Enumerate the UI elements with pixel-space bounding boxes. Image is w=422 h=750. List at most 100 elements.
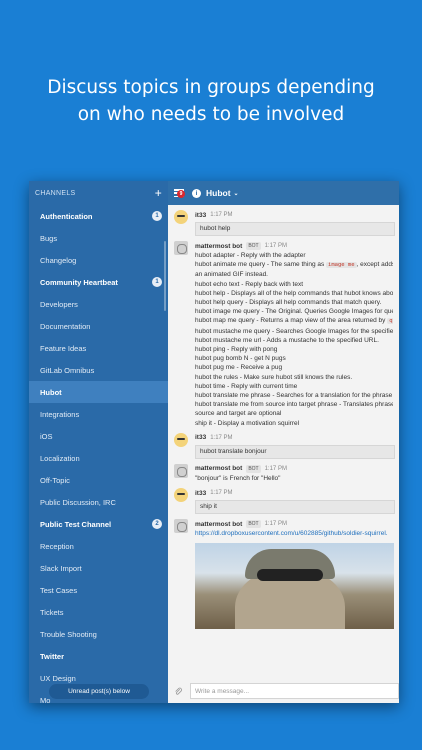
headline: Discuss topics in groups depending on wh… — [0, 74, 422, 128]
message-body: it33 1:17 PM hubot translate bonjour — [195, 433, 395, 459]
channel-header: 9 i Hubot ⌄ — [168, 181, 399, 205]
message-header: it33 1:17 PM — [195, 433, 393, 443]
sidebar-channel-item[interactable]: Reception — [29, 535, 168, 557]
message-line: hubot ping - Reply with pong — [195, 346, 278, 354]
message-username[interactable]: it33 — [195, 434, 206, 441]
sidebar-channel-label: Changelog — [40, 255, 77, 265]
message-header: it33 1:17 PM — [195, 210, 393, 220]
message-line: "bonjour" is French for "Hello" — [195, 474, 281, 482]
message-timestamp: 1:17 PM — [264, 465, 287, 472]
image-preview[interactable] — [195, 543, 394, 630]
sidebar-channel-item[interactable]: Bugs — [29, 227, 168, 249]
message-username[interactable]: mattermost bot — [195, 243, 242, 250]
message-list: it33 1:17 PM hubot help mattermost bot BOT 1:… — [168, 205, 399, 679]
sidebar-channel-item[interactable]: Trouble Shooting — [29, 623, 168, 645]
sidebar-channel-label: UX Design — [40, 673, 76, 683]
sidebar-channel-item[interactable]: Localization — [29, 447, 168, 469]
bot-tag: BOT — [246, 242, 261, 250]
message-timestamp: 1:17 PM — [210, 434, 233, 441]
message-line: ship it - Display a motivation squirrel — [195, 419, 300, 427]
chevron-down-icon[interactable]: ⌄ — [234, 190, 239, 197]
sidebar-channel-item[interactable]: Public Test Channel 2 — [29, 513, 168, 535]
sidebar-channel-item[interactable]: Test Cases — [29, 579, 168, 601]
app-screenshot: CHANNELS + Authentication 1 Bugs Changelog C… — [29, 181, 399, 703]
sidebar-channel-item[interactable]: Tickets — [29, 601, 168, 623]
sidebar-channel-label: GitLab Omnibus — [40, 365, 95, 375]
sidebar-channel-item[interactable]: Hubot — [29, 381, 168, 403]
unread-count-badge: 1 — [152, 211, 162, 221]
sidebar-channel-label: Tickets — [40, 607, 64, 617]
message-header: mattermost bot BOT 1:17 PM — [195, 519, 393, 529]
sidebar-channel-label: Mo — [40, 695, 51, 704]
unread-count-badge: 2 — [152, 519, 162, 529]
sidebar-channel-label: Reception — [40, 541, 74, 551]
inline-code: que — [387, 318, 393, 325]
message-line: hubot map me query - Returns a map view … — [195, 316, 393, 326]
sidebar-channel-label: Slack Import — [40, 563, 82, 573]
sidebar-channel-label: Feature Ideas — [40, 343, 87, 353]
message-line: hubot mustache me query - Searches Googl… — [195, 327, 393, 335]
sidebar-channel-label: iOS — [40, 431, 53, 441]
menu-icon[interactable]: 9 — [174, 189, 185, 198]
sidebar-channel-item[interactable]: Slack Import — [29, 557, 168, 579]
sidebar-channel-label: Test Cases — [40, 585, 78, 595]
sidebar-channel-item[interactable]: GitLab Omnibus — [29, 359, 168, 381]
avatar[interactable] — [174, 463, 188, 478]
message-username[interactable]: it33 — [195, 490, 206, 497]
sidebar-channel-item[interactable]: Community Heartbeat 1 — [29, 271, 168, 293]
message-username[interactable]: mattermost bot — [195, 521, 242, 528]
sidebar-channel-item[interactable]: iOS — [29, 425, 168, 447]
sidebar-channel-label: Localization — [40, 453, 80, 463]
message-line: hubot mustache me url - Adds a mustache … — [195, 336, 379, 344]
message-text: hubot translate bonjour — [195, 444, 395, 459]
sidebar-channel-label: Authentication — [40, 211, 93, 221]
message-body: mattermost bot BOT 1:17 PM https://dl.dropb… — [195, 519, 394, 630]
sidebar-channel-label: Public Test Channel — [40, 519, 112, 529]
info-icon[interactable]: i — [192, 188, 201, 198]
message-body: mattermost bot BOT 1:17 PM "bonjour" is Fre… — [195, 464, 393, 483]
message-username[interactable]: it33 — [195, 212, 206, 219]
message-line: hubot echo text - Reply back with text — [195, 280, 304, 288]
message-line: hubot translate me phrase - Searches for… — [195, 392, 393, 400]
message-link[interactable]: https://dl.dropboxusercontent.com/u/6028… — [195, 529, 393, 539]
channel-title[interactable]: Hubot — [206, 188, 231, 198]
message-line: hubot adapter - Reply with the adapter — [195, 252, 306, 259]
sidebar-channel-item[interactable]: Off-Topic — [29, 469, 168, 491]
sidebar-channel-item[interactable]: Integrations — [29, 403, 168, 425]
avatar[interactable] — [174, 432, 188, 447]
message-input[interactable] — [190, 683, 399, 699]
sidebar-scrollbar[interactable] — [164, 241, 166, 311]
goggles-shape — [257, 569, 323, 582]
message-body: it33 1:17 PM hubot help — [195, 210, 395, 236]
message-timestamp: 1:17 PM — [264, 521, 287, 528]
sidebar-channel-label: Trouble Shooting — [40, 629, 97, 639]
sidebar-channel-item[interactable]: Developers — [29, 293, 168, 315]
message-line: hubot pug bomb N - get N pugs — [195, 355, 286, 363]
sidebar-channel-item[interactable]: Authentication 1 — [29, 205, 168, 227]
attachment-icon[interactable] — [174, 687, 183, 696]
message-post: mattermost bot BOT 1:17 PM https://dl.dropb… — [174, 519, 394, 630]
channel-list: Authentication 1 Bugs Changelog Community He… — [29, 205, 168, 703]
avatar[interactable] — [174, 241, 188, 255]
avatar[interactable] — [174, 210, 188, 224]
sidebar-channel-item[interactable]: Feature Ideas — [29, 337, 168, 359]
notification-badge: 9 — [177, 190, 185, 198]
message-header: it33 1:17 PM — [195, 488, 393, 498]
sidebar-channel-item[interactable]: Documentation — [29, 315, 168, 337]
sidebar-channel-label: Documentation — [40, 321, 91, 331]
message-line: hubot animate me query - The same thing … — [195, 261, 393, 269]
unread-posts-pill[interactable]: Unread post(s) below — [49, 684, 149, 699]
message-header: mattermost bot BOT 1:17 PM — [195, 241, 393, 251]
sidebar-channel-item[interactable]: Changelog — [29, 249, 168, 271]
message-post: mattermost bot BOT 1:17 PM hubot adapter - … — [174, 241, 393, 428]
sidebar-channel-label: Integrations — [40, 409, 80, 419]
message-post: mattermost bot BOT 1:17 PM "bonjour" is Fre… — [174, 463, 393, 483]
message-username[interactable]: mattermost bot — [195, 465, 242, 472]
sidebar-channel-label: Developers — [40, 299, 78, 309]
message-line: hubot time - Reply with current time — [195, 382, 298, 390]
avatar[interactable] — [174, 488, 188, 503]
sidebar-channel-item[interactable]: Twitter — [29, 645, 168, 667]
add-channel-icon[interactable]: + — [155, 186, 162, 200]
avatar[interactable] — [174, 519, 188, 534]
sidebar-channel-item[interactable]: Public Discussion, IRC — [29, 491, 168, 513]
